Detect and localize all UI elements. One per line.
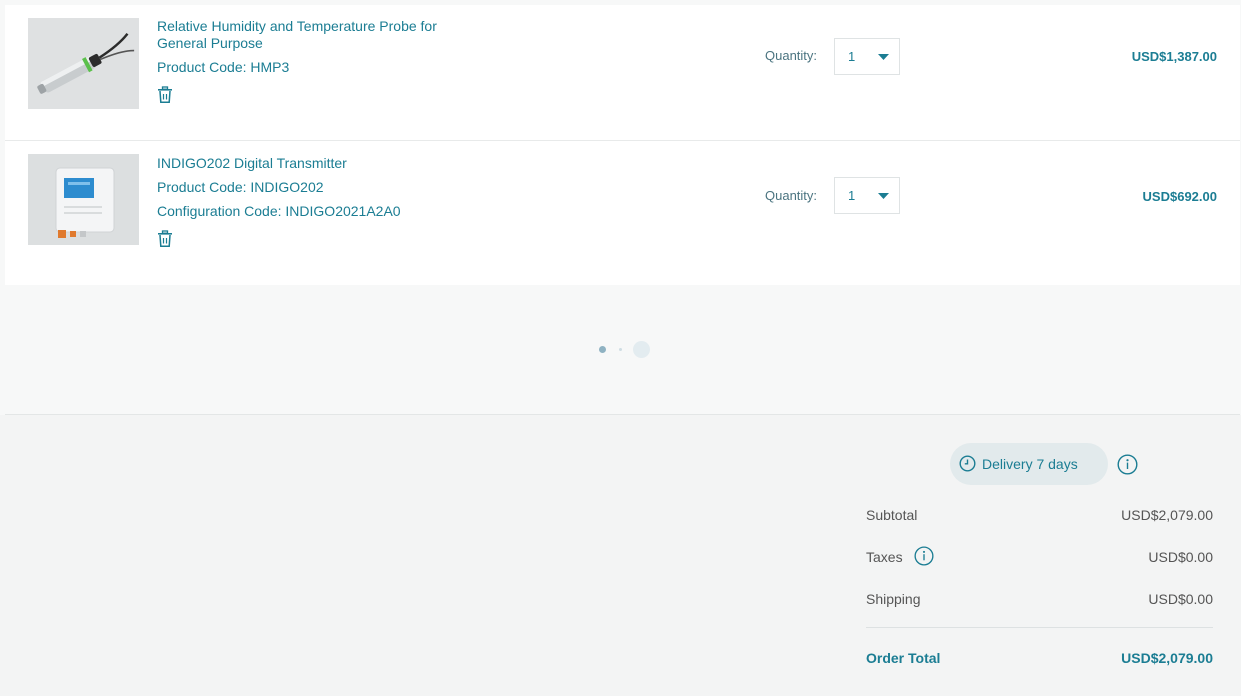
delivery-badge: Delivery 7 days [950, 443, 1108, 485]
caret-down-icon [878, 193, 889, 199]
item-price: USD$692.00 [1142, 189, 1217, 204]
loading-dot [599, 346, 606, 353]
product-info: INDIGO202 Digital Transmitter Product Co… [157, 155, 557, 248]
product-code: Product Code: HMP3 [157, 59, 290, 75]
loading-dot [633, 341, 650, 358]
quantity-label: Quantity: [765, 48, 818, 63]
product-image-hmp3[interactable] [28, 18, 139, 109]
quantity-label: Quantity: [765, 188, 818, 203]
quantity-select[interactable]: 1 [834, 177, 900, 214]
loading-dot [619, 348, 622, 351]
product-title-line2[interactable]: General Purpose [157, 35, 557, 52]
trash-icon[interactable] [157, 230, 173, 248]
loading-indicator [5, 285, 1240, 415]
taxes-label: Taxes [866, 549, 903, 565]
product-title-line1[interactable]: Relative Humidity and Temperature Probe … [157, 18, 557, 35]
caret-down-icon [878, 54, 889, 60]
subtotal-value: USD$2,079.00 [1121, 507, 1213, 523]
subtotal-label: Subtotal [866, 507, 918, 523]
info-icon[interactable] [1117, 454, 1138, 475]
order-total-label: Order Total [866, 650, 941, 666]
clock-icon [959, 455, 976, 472]
info-icon[interactable] [914, 546, 934, 566]
item-price: USD$1,387.00 [1131, 49, 1217, 64]
trash-icon[interactable] [157, 86, 173, 104]
product-code: Product Code: INDIGO202 [157, 179, 324, 195]
quantity-value: 1 [848, 49, 856, 64]
order-total-value: USD$2,079.00 [1121, 650, 1213, 666]
product-image-indigo202[interactable] [28, 154, 139, 245]
product-title[interactable]: INDIGO202 Digital Transmitter [157, 155, 557, 172]
shipping-label: Shipping [866, 591, 921, 607]
cart-items: Relative Humidity and Temperature Probe … [5, 5, 1240, 285]
product-info: Relative Humidity and Temperature Probe … [157, 18, 557, 104]
cart-item: INDIGO202 Digital Transmitter Product Co… [5, 141, 1240, 285]
delivery-text: Delivery 7 days [982, 456, 1078, 472]
configuration-code: Configuration Code: INDIGO2021A2A0 [157, 203, 401, 219]
summary-divider [866, 627, 1213, 628]
taxes-value: USD$0.00 [1148, 549, 1213, 565]
quantity-value: 1 [848, 188, 856, 203]
shipping-value: USD$0.00 [1148, 591, 1213, 607]
quantity-select[interactable]: 1 [834, 38, 900, 75]
cart-item: Relative Humidity and Temperature Probe … [5, 5, 1240, 141]
